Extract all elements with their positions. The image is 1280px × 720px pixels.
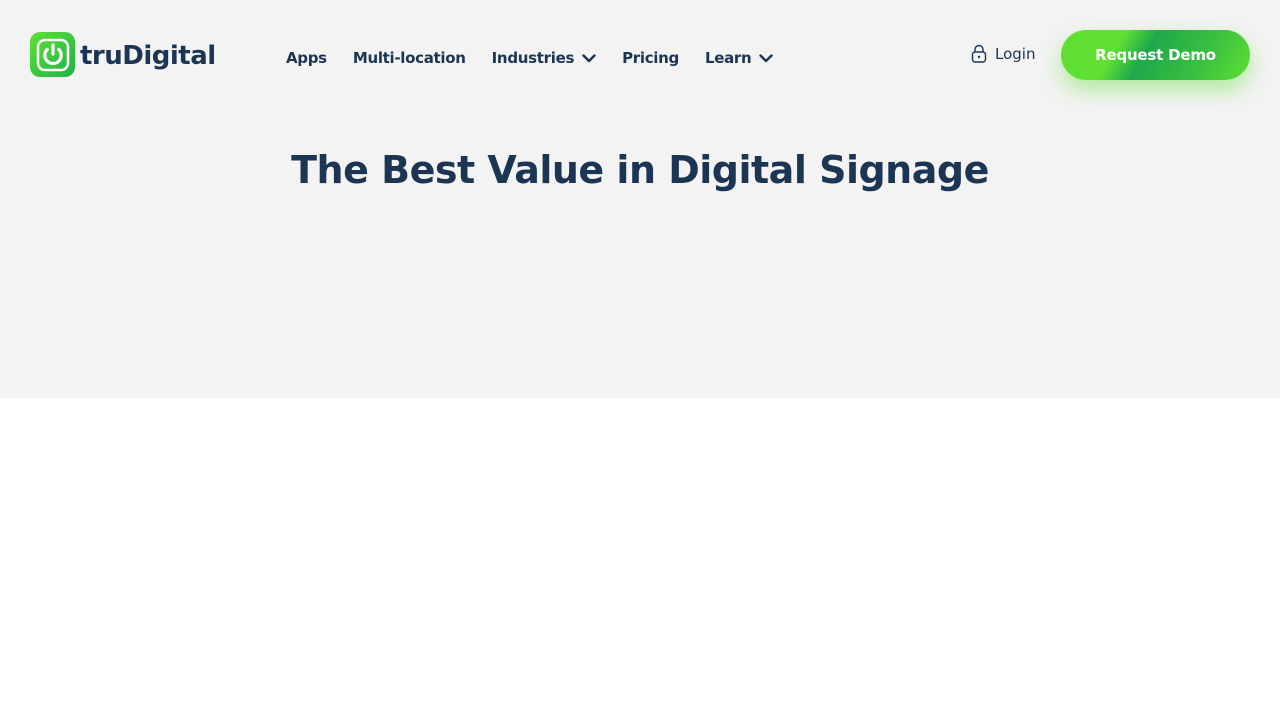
nav-item-label: Learn	[704, 49, 752, 67]
login-link[interactable]: Login	[971, 44, 1035, 63]
nav-item-multi-location[interactable]: Multi-location	[353, 49, 466, 67]
request-demo-button[interactable]: Request Demo	[1061, 30, 1250, 80]
nav-item-label: Pricing	[622, 49, 679, 67]
login-label: Login	[995, 44, 1036, 63]
nav-item-label: Industries	[491, 49, 575, 67]
nav-item-learn[interactable]: Learn	[704, 49, 774, 67]
chevron-down-icon	[759, 53, 774, 63]
nav-item-label: Apps	[286, 49, 327, 67]
nav-item-apps[interactable]: Apps	[286, 49, 327, 67]
main-nav: Apps Multi-location Industries Pricing L…	[286, 46, 799, 70]
chevron-down-icon	[582, 53, 596, 63]
logo-text: truDigital	[80, 40, 216, 71]
page-title: The Best Value in Digital Signage	[291, 148, 989, 192]
nav-item-label: Multi-location	[352, 49, 466, 67]
nav-item-industries[interactable]: Industries	[492, 49, 596, 67]
power-icon	[30, 32, 75, 77]
hero-section: truDigital Apps Multi-location Industrie…	[0, 0, 1280, 398]
lock-icon	[971, 44, 987, 63]
nav-item-pricing[interactable]: Pricing	[622, 49, 679, 67]
logo-link[interactable]: truDigital	[30, 32, 216, 77]
